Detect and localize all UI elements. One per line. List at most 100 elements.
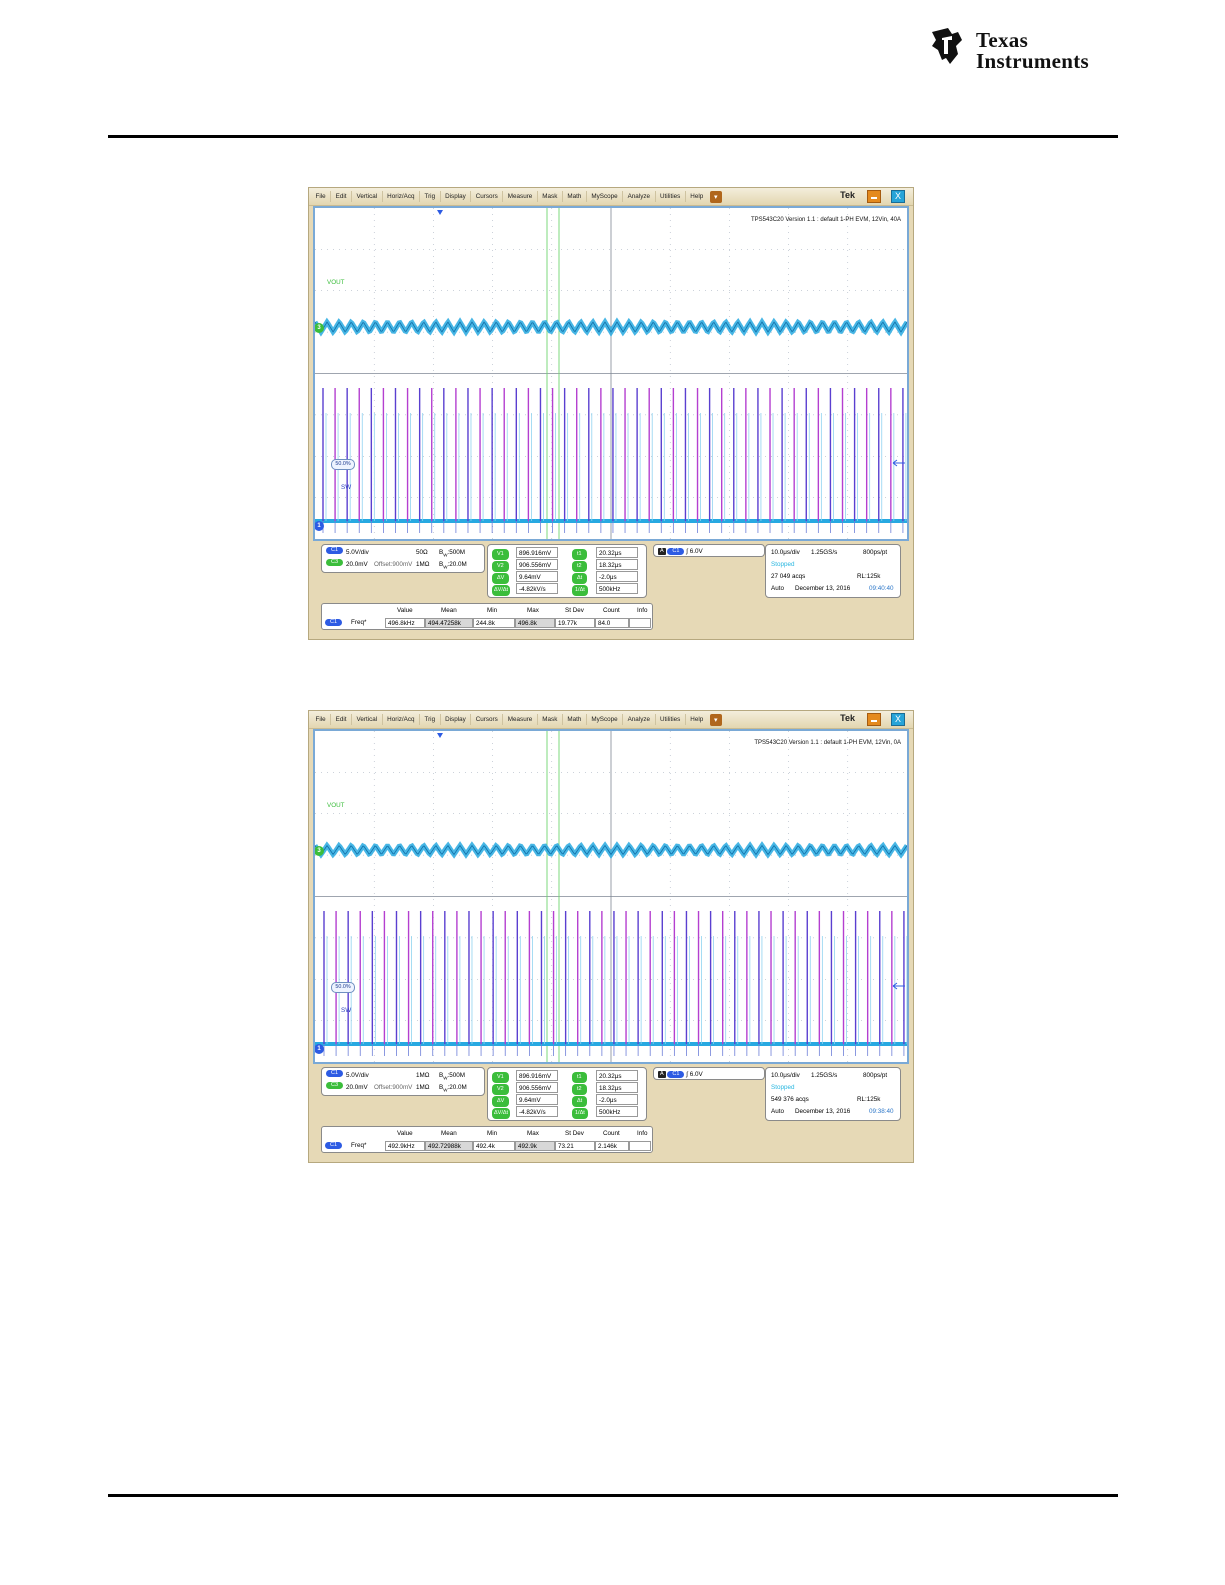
delta-t-value: -2.0μs — [596, 571, 638, 582]
channel3-settings-row[interactable]: C3 20.0mV Offset:900mV 1MΩ BW:20.0M — [326, 559, 480, 571]
acquisition-panel[interactable]: 10.0μs/div 1.25GS/s 800ps/pt Stopped 549… — [765, 1067, 901, 1121]
menu-cursors[interactable]: Cursors — [471, 191, 504, 202]
cursor-readout-panel[interactable]: V1 896.916mV t1 20.32μs V2 906.556mV t2 … — [487, 544, 647, 598]
channel3-offset: Offset:900mV — [374, 1084, 413, 1091]
menu-trig[interactable]: Trig — [420, 191, 441, 202]
waveform-display[interactable]: TPS543C20 Version 1.1 : default 1-PH EVM… — [313, 206, 909, 541]
menu-mask[interactable]: Mask — [538, 191, 563, 202]
channel1-scale: 5.0V/div — [346, 1072, 369, 1079]
menu-cursors[interactable]: Cursors — [471, 714, 504, 725]
menu-analyze[interactable]: Analyze — [623, 191, 656, 202]
vertical-settings-panel[interactable]: C1 5.0V/div 1MΩ BW:500M C3 20.0mV Offset… — [321, 1067, 485, 1096]
stats-value: 496.8kHz — [385, 618, 425, 628]
menu-mask[interactable]: Mask — [538, 714, 563, 725]
stats-measurement: Freq* — [351, 1142, 367, 1149]
menu-trig[interactable]: Trig — [420, 714, 441, 725]
menu-edit[interactable]: Edit — [331, 714, 353, 725]
channel1-impedance: 50Ω — [416, 549, 428, 556]
menu-myscope[interactable]: MyScope — [587, 714, 624, 725]
vertical-settings-panel[interactable]: C1 5.0V/div 50Ω BW:500M C3 20.0mV Offset… — [321, 544, 485, 573]
stats-row[interactable]: C1 Freq* 496.8kHz 494.47258k 244.8k 496.… — [325, 617, 651, 629]
delta-v-value: 9.64mV — [516, 571, 558, 582]
trigger-mode-pill: A — [658, 547, 666, 555]
stats-header-row: Value Mean Min Max St Dev Count Info — [325, 1128, 649, 1140]
menu-vertical[interactable]: Vertical — [352, 191, 383, 202]
trigger-position-tag[interactable]: 50.0% — [331, 459, 355, 470]
channel1-settings-row[interactable]: C1 5.0V/div 50Ω BW:500M — [326, 547, 480, 559]
close-button[interactable]: X — [891, 190, 905, 203]
t1-value: 20.32μs — [596, 547, 638, 558]
trigger-source-pill: C1 — [667, 547, 685, 555]
menu-myscope[interactable]: MyScope — [587, 191, 624, 202]
channel3-pill[interactable]: C3 — [326, 1082, 344, 1089]
menu-horiz-acq[interactable]: Horiz/Acq — [383, 191, 420, 202]
trigger-panel[interactable]: A C1 ∫ 6.0V — [653, 544, 765, 557]
menu-measure[interactable]: Measure — [503, 714, 538, 725]
waveform-display[interactable]: TPS543C20 Version 1.1 : default 1-PH EVM… — [313, 729, 909, 1064]
measurement-stats-panel[interactable]: Value Mean Min Max St Dev Count Info C1 … — [321, 1126, 653, 1153]
channel1-pill[interactable]: C1 — [326, 547, 344, 554]
acq-row-count: 27 049 acqs RL:125k — [771, 571, 895, 583]
acq-row-timebase: 10.0μs/div 1.25GS/s 800ps/pt — [771, 1070, 895, 1082]
acq-row-state: Stopped — [771, 559, 895, 571]
timebase: 10.0μs/div — [771, 1072, 800, 1079]
menu-edit[interactable]: Edit — [331, 191, 353, 202]
channel3-pill[interactable]: C3 — [326, 559, 344, 566]
acquisition-panel[interactable]: 10.0μs/div 1.25GS/s 800ps/pt Stopped 27 … — [765, 544, 901, 598]
menu-file[interactable]: File — [311, 714, 332, 725]
stats-mean: 492.72988k — [425, 1141, 473, 1151]
channel3-ground-marker-icon[interactable]: 3 — [315, 846, 324, 856]
trigger-source-pill: C1 — [667, 1070, 685, 1078]
stats-header-min: Min — [487, 607, 498, 614]
channel1-pill[interactable]: C1 — [326, 1070, 344, 1077]
channel3-ground-marker-icon[interactable]: 3 — [315, 323, 324, 333]
trigger-position-icon — [437, 210, 443, 215]
stats-count: 2.146k — [595, 1141, 629, 1151]
channel1-settings-row[interactable]: C1 5.0V/div 1MΩ BW:500M — [326, 1070, 480, 1082]
menu-measure[interactable]: Measure — [503, 191, 538, 202]
stats-header-min: Min — [487, 1130, 498, 1137]
vout-channel-label: VOUT — [327, 802, 345, 809]
cursor-row-2: V2 906.556mV t2 18.32μs — [492, 559, 642, 572]
stats-row[interactable]: C1 Freq* 492.9kHz 492.72988k 492.4k 492.… — [325, 1140, 651, 1152]
trigger-position-tag[interactable]: 50.0% — [331, 982, 355, 993]
cursor-readout-panel[interactable]: V1 896.916mV t1 20.32μs V2 906.556mV t2 … — [487, 1067, 647, 1121]
channel1-ground-marker-icon[interactable]: 1 — [315, 521, 324, 531]
measurement-stats-panel[interactable]: Value Mean Min Max St Dev Count Info C1 … — [321, 603, 653, 630]
close-button[interactable]: X — [891, 713, 905, 726]
cursor-row-4: ΔV/Δt -4.82kV/s 1/Δt 500kHz — [492, 583, 642, 596]
menu-help[interactable]: Help — [686, 191, 708, 202]
stats-mean: 494.47258k — [425, 618, 473, 628]
channel1-ground-marker-icon[interactable]: 1 — [315, 1044, 324, 1054]
timebase: 10.0μs/div — [771, 549, 800, 556]
menu-vertical[interactable]: Vertical — [352, 714, 383, 725]
menu-math[interactable]: Math — [563, 191, 587, 202]
menu-display[interactable]: Display — [441, 714, 472, 725]
menu-display[interactable]: Display — [441, 191, 472, 202]
inverse-delta-t-value: 500kHz — [596, 583, 638, 594]
menu-help[interactable]: Help — [686, 714, 708, 725]
stats-stdev: 19.77k — [555, 618, 595, 628]
tek-brand: Tek — [840, 713, 855, 723]
menu-utilities[interactable]: Utilities — [656, 714, 686, 725]
ti-state-icon — [932, 28, 962, 64]
v2-value: 906.556mV — [516, 1082, 558, 1093]
minimize-button[interactable] — [867, 713, 881, 726]
channel3-settings-row[interactable]: C3 20.0mV Offset:900mV 1MΩ BW:20.0M — [326, 1082, 480, 1094]
waveform-graticule — [315, 208, 907, 539]
menu-utilities[interactable]: Utilities — [656, 191, 686, 202]
scope-menu-bar: File Edit Vertical Horiz/Acq Trig Displa… — [309, 188, 913, 206]
dropdown-arrow-icon[interactable]: ▾ — [709, 713, 722, 726]
minimize-button[interactable] — [867, 190, 881, 203]
menu-horiz-acq[interactable]: Horiz/Acq — [383, 714, 420, 725]
channel3-impedance: 1MΩ — [416, 561, 430, 568]
inverse-delta-t-pill: 1/Δt — [572, 1108, 588, 1119]
menu-math[interactable]: Math — [563, 714, 587, 725]
trigger-panel[interactable]: A C1 ∫ 6.0V — [653, 1067, 765, 1080]
dropdown-arrow-icon[interactable]: ▾ — [709, 190, 722, 203]
slope-pill: ΔV/Δt — [492, 585, 511, 596]
menu-file[interactable]: File — [311, 191, 332, 202]
menu-analyze[interactable]: Analyze — [623, 714, 656, 725]
stats-header-max: Max — [527, 1130, 539, 1137]
record-length: RL:125k — [857, 573, 881, 580]
